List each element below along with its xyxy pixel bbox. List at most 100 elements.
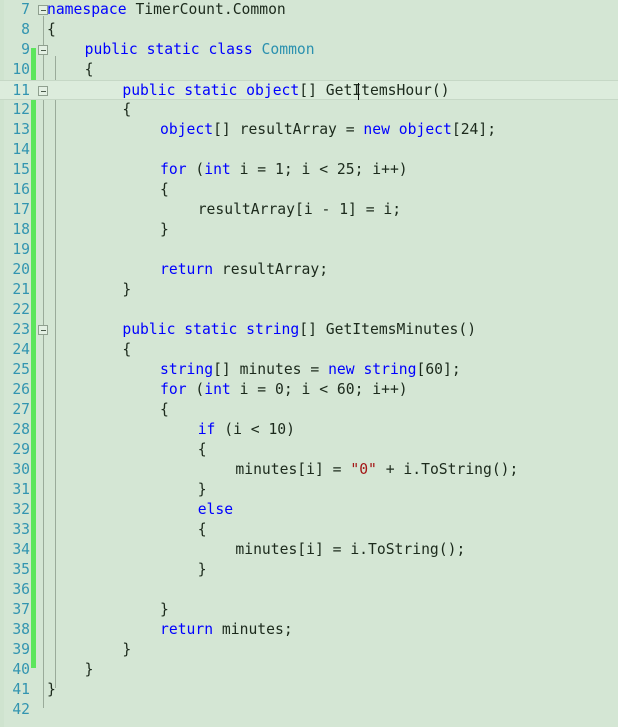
line-number: 25 [12, 361, 30, 378]
code-text: namespace TimerCount.Common [47, 0, 286, 20]
token-pl: [ [451, 121, 461, 138]
text-caret [357, 83, 359, 100]
line-number: 7 [21, 1, 30, 18]
line-number: 33 [12, 521, 30, 538]
code-line[interactable]: 16 { [0, 180, 618, 200]
token-kw: else [197, 501, 234, 518]
code-line[interactable]: 14 [0, 140, 618, 160]
line-number: 29 [12, 441, 30, 458]
code-line[interactable]: 15 for (int i = 1; i < 25; i++) [0, 160, 618, 180]
code-text: { [160, 400, 169, 420]
token-pl: { [197, 521, 207, 538]
code-text: { [122, 340, 131, 360]
code-line[interactable]: 38 return minutes; [0, 620, 618, 640]
code-line[interactable]: 31} [0, 480, 618, 500]
code-text: { [122, 100, 131, 120]
token-kw: static [146, 41, 200, 58]
token-pl: ( [186, 161, 205, 178]
token-pl: [] minutes = [213, 361, 329, 378]
code-line[interactable]: 34 minutes[i] = i.ToString(); [0, 540, 618, 560]
token-pl: ] = i; [348, 201, 402, 218]
code-line[interactable]: 27 { [0, 400, 618, 420]
token-kw: string [160, 361, 214, 378]
code-line[interactable]: 42 [0, 700, 618, 720]
token-kw: class [208, 41, 253, 58]
code-text: public static class Common [85, 40, 315, 60]
line-number: 18 [12, 221, 30, 238]
token-kw: static [184, 321, 238, 338]
code-editor-surface[interactable]: 7 namespace TimerCount.Common 8{9 public st… [0, 0, 618, 727]
token-pl: { [84, 61, 94, 78]
collapse-minus-icon[interactable] [38, 325, 48, 335]
collapse-minus-icon[interactable] [38, 86, 48, 96]
code-line[interactable]: 25 string[] minutes = new string[60]; [0, 360, 618, 380]
code-line[interactable]: 7 namespace TimerCount.Common [0, 0, 618, 20]
code-line[interactable]: 18} [0, 220, 618, 240]
code-line[interactable]: 9 public static class Common [0, 40, 618, 60]
code-line[interactable]: 35} [0, 560, 618, 580]
code-line[interactable]: 29 { [0, 440, 618, 460]
line-number: 23 [12, 321, 30, 338]
line-number: 36 [12, 581, 30, 598]
code-line[interactable]: 23 public static string[] GetItemsMinutes… [0, 320, 618, 340]
code-line[interactable]: 12 { [0, 100, 618, 120]
code-text: } [47, 680, 56, 700]
line-number: 24 [12, 341, 30, 358]
token-pl: ]; [443, 361, 461, 378]
code-text: for (int i = 1; i < 25; i++) [160, 160, 408, 180]
token-num: 24 [460, 121, 479, 138]
code-text: { [47, 20, 56, 40]
code-line[interactable]: 37} [0, 600, 618, 620]
code-line[interactable]: 40} [0, 660, 618, 680]
token-pl: { [160, 181, 169, 198]
line-number: 14 [12, 141, 30, 158]
token-pl: } [47, 681, 56, 698]
code-line[interactable]: 21} [0, 280, 618, 300]
token-kw: public [84, 41, 138, 58]
code-line[interactable]: 20 return resultArray; [0, 260, 618, 280]
code-line[interactable]: 11 public static object[] GetItemsHour() [0, 80, 618, 100]
token-pl: } [84, 661, 94, 678]
code-line[interactable]: 10 { [0, 60, 618, 80]
code-line[interactable]: 32 else [0, 500, 618, 520]
code-text: else [198, 500, 233, 520]
code-text: } [198, 560, 207, 580]
code-line[interactable]: 28 if (i < 10) [0, 420, 618, 440]
code-text: resultArray[i - 1] = i; [198, 200, 401, 220]
line-number: 38 [12, 621, 30, 638]
line-number: 27 [12, 401, 30, 418]
code-line[interactable]: 17 resultArray[i - 1] = i; [0, 200, 618, 220]
token-pl: i = [230, 161, 275, 178]
line-number: 22 [12, 301, 30, 318]
token-num: 25 [336, 161, 355, 178]
code-line[interactable]: 13 object[] resultArray = new object[24]; [0, 120, 618, 140]
code-text: if (i < 10) [198, 420, 295, 440]
token-pl: ; i++) [354, 381, 408, 398]
token-pl: ; i < [283, 381, 337, 398]
code-line[interactable]: 36 [0, 580, 618, 600]
code-line[interactable]: 19 [0, 240, 618, 260]
code-line[interactable]: 30 minutes[i] = "0" + i.ToString(); [0, 460, 618, 480]
line-number: 41 [12, 681, 30, 698]
code-line[interactable]: 24 { [0, 340, 618, 360]
token-kw: string [363, 361, 417, 378]
line-number: 40 [12, 661, 30, 678]
line-number: 31 [12, 481, 30, 498]
collapse-minus-icon[interactable] [38, 45, 48, 55]
line-number: 26 [12, 381, 30, 398]
token-pl: { [122, 101, 132, 118]
token-pl: resultArray[i - [197, 201, 340, 218]
token-kw: for [160, 161, 187, 178]
code-line[interactable]: 39} [0, 640, 618, 660]
code-line[interactable]: 22 [0, 300, 618, 320]
code-line[interactable]: 41} [0, 680, 618, 700]
code-line[interactable]: 33 { [0, 520, 618, 540]
token-kw: for [160, 381, 187, 398]
line-number: 11 [12, 82, 30, 99]
code-line[interactable]: 26 for (int i = 0; i < 60; i++) [0, 380, 618, 400]
token-kw: public [122, 321, 176, 338]
code-line[interactable]: 8{ [0, 20, 618, 40]
